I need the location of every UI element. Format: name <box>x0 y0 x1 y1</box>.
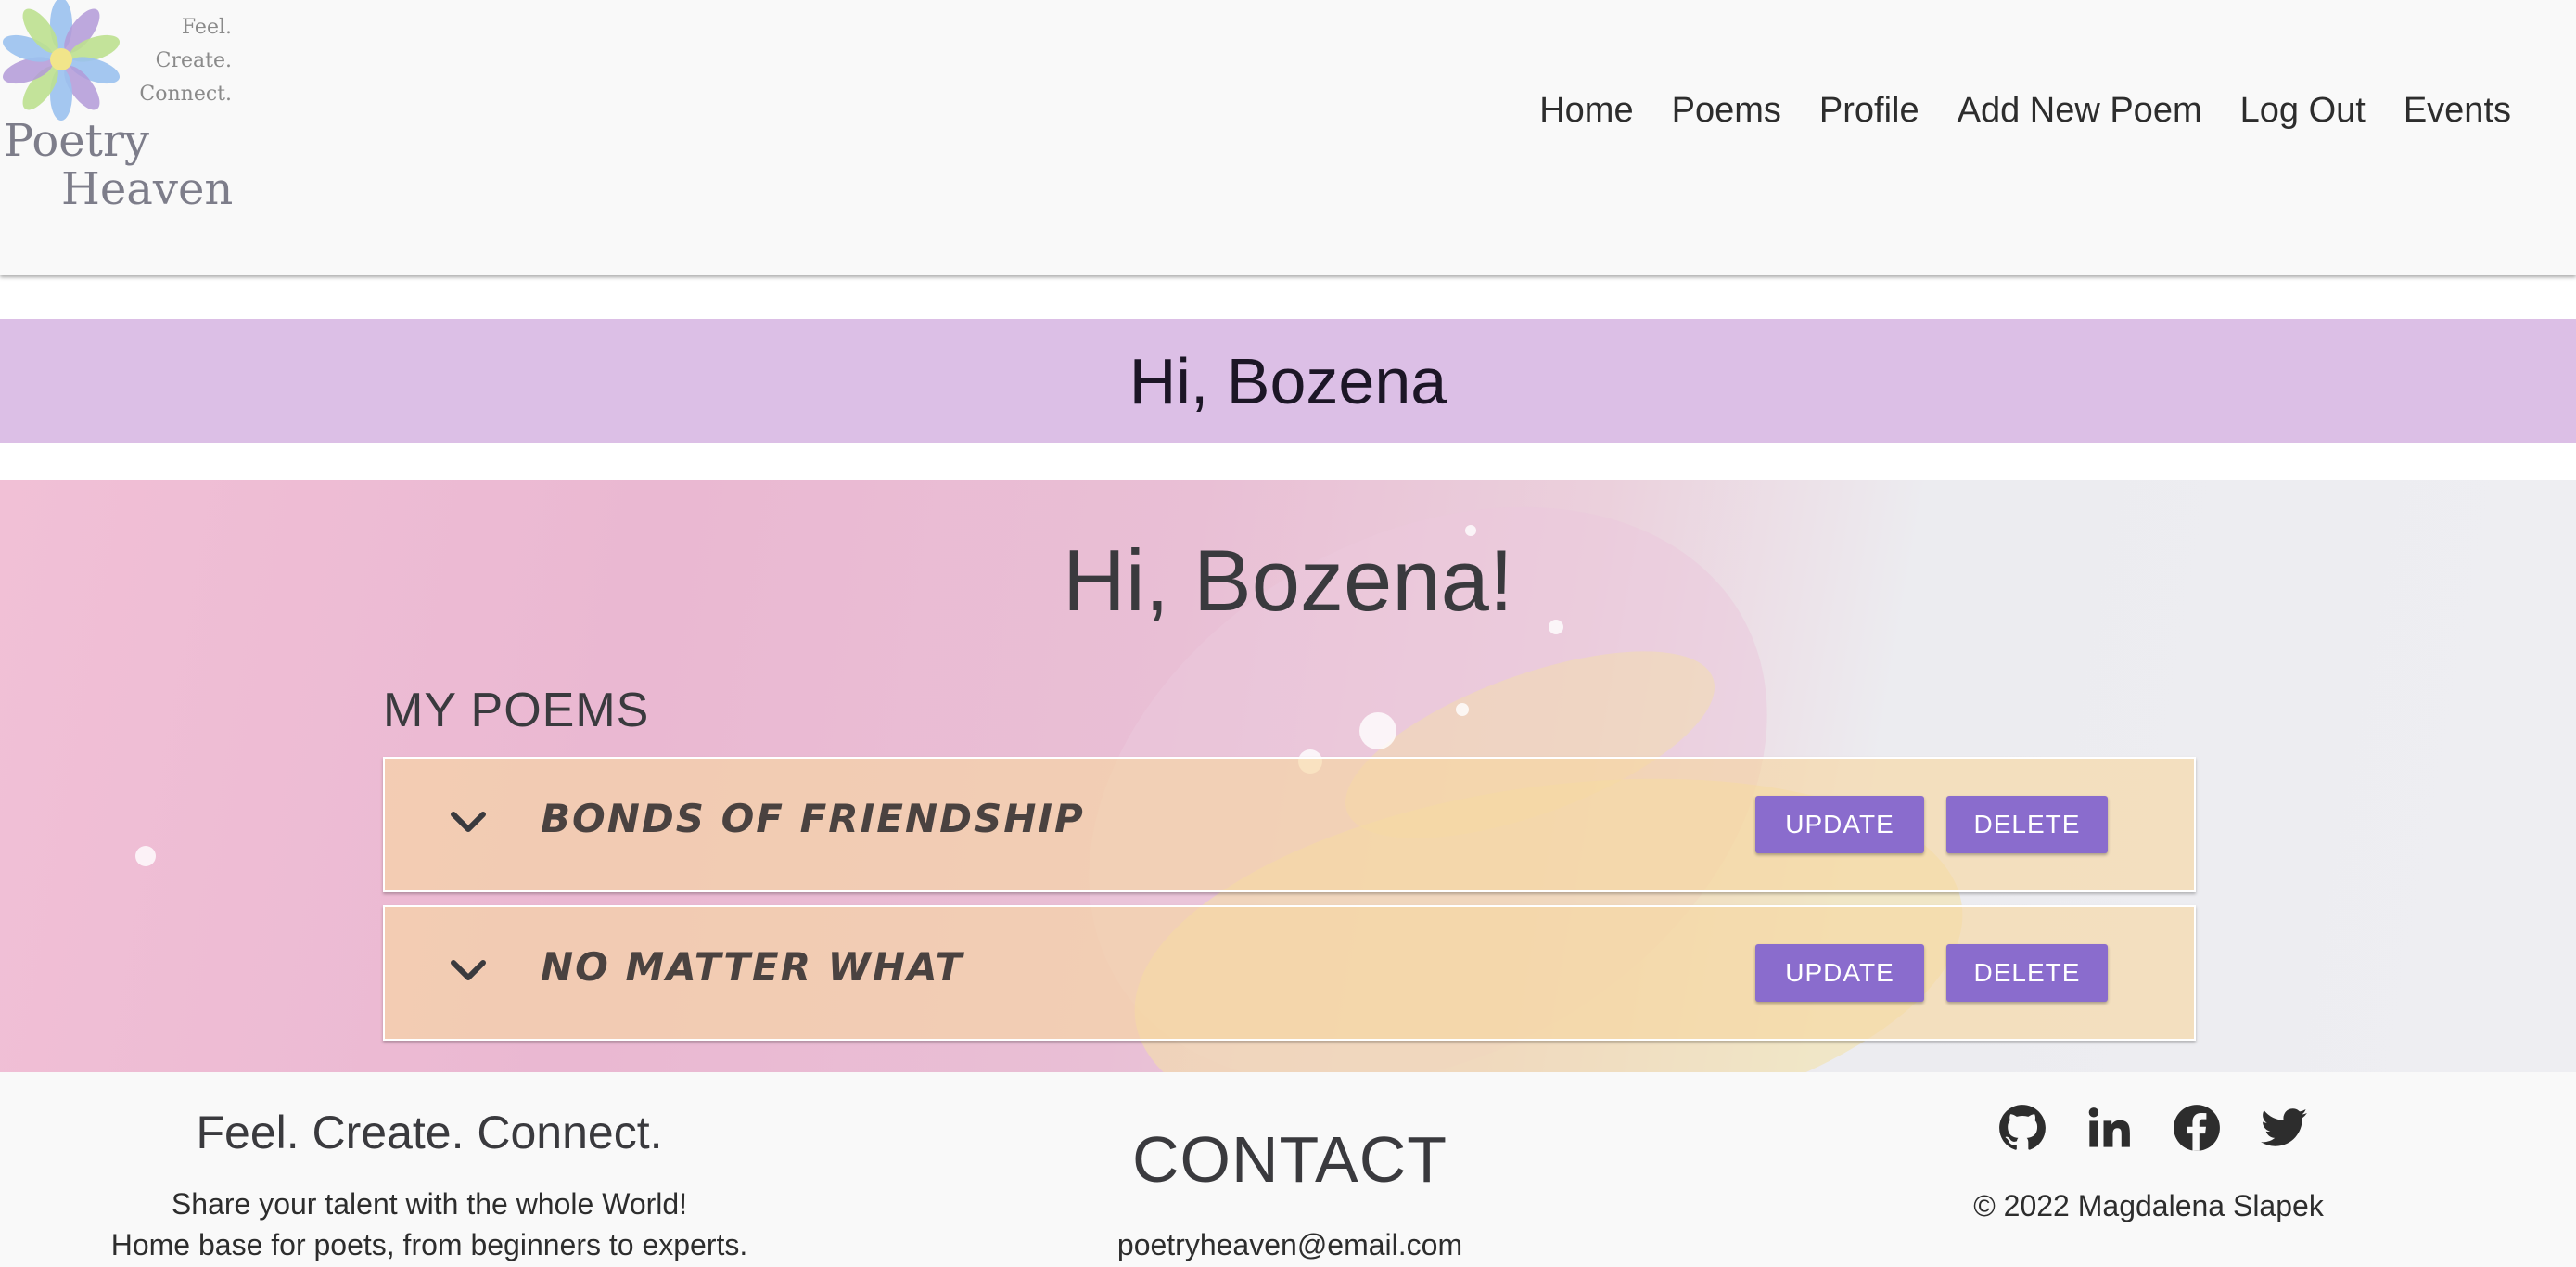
main-nav: Home Poems Profile Add New Poem Log Out … <box>1539 91 2511 131</box>
chevron-down-icon[interactable] <box>450 805 487 838</box>
poem-title[interactable]: NO MATTER WHAT <box>541 944 963 990</box>
nav-poems[interactable]: Poems <box>1672 91 1781 131</box>
nav-add-new-poem[interactable]: Add New Poem <box>1958 91 2202 131</box>
facebook-icon[interactable] <box>2173 1104 2221 1152</box>
footer-contact: CONTACT poetryheaven@email.com <box>859 1122 1721 1262</box>
greeting-banner: Hi, Bozena <box>0 319 2576 443</box>
delete-button[interactable]: DELETE <box>1946 944 2108 1002</box>
update-button[interactable]: UPDATE <box>1755 796 1924 853</box>
my-poems-title: MY POEMS <box>383 684 650 737</box>
footer-tagline: Feel. Create. Connect. <box>196 1107 663 1158</box>
nav-events[interactable]: Events <box>2404 91 2511 131</box>
logo-tagline-line: Create. <box>155 49 232 72</box>
poem-list-item[interactable]: BONDS OF FRIENDSHIP UPDATE DELETE <box>383 757 2196 892</box>
nav-log-out[interactable]: Log Out <box>2240 91 2366 131</box>
logo-tagline-line: Feel. <box>181 16 232 39</box>
logo-title-line2: Heaven <box>61 163 234 215</box>
logo-tagline-line: Connect. <box>139 83 232 106</box>
footer-description-line: Home base for poets, from beginners to e… <box>110 1228 748 1261</box>
logo-title-line1: Poetry <box>4 115 150 167</box>
chevron-down-icon[interactable] <box>450 953 487 987</box>
poem-list: BONDS OF FRIENDSHIP UPDATE DELETE NO MAT… <box>383 757 2196 1054</box>
social-links <box>1730 1104 2576 1152</box>
twitter-icon[interactable] <box>2260 1104 2308 1152</box>
contact-email[interactable]: poetryheaven@email.com <box>859 1228 1721 1262</box>
linkedin-icon[interactable] <box>2085 1104 2134 1152</box>
greeting-text: Hi, Bozena <box>1129 345 1447 417</box>
logo-tagline: Feel. Create. Connect. <box>130 11 241 111</box>
footer-social: © 2022 Magdalena Slapek <box>1721 1104 2576 1223</box>
footer-description: Share your talent with the whole World! … <box>0 1184 859 1265</box>
footer: Feel. Create. Connect. Share your talent… <box>0 1072 2576 1267</box>
poem-title[interactable]: BONDS OF FRIENDSHIP <box>541 796 1085 841</box>
github-icon[interactable] <box>1998 1104 2047 1152</box>
background-speck <box>1359 712 1396 749</box>
delete-button[interactable]: DELETE <box>1946 796 2108 853</box>
hero-section: Hi, Bozena! MY POEMS BONDS OF FRIENDSHIP… <box>0 480 2576 1072</box>
logo-title: Poetry Heaven <box>4 117 233 213</box>
background-speck <box>1456 703 1469 716</box>
background-speck <box>135 846 156 866</box>
nav-profile[interactable]: Profile <box>1819 91 1919 131</box>
copyright-text: © 2022 Magdalena Slapek <box>1973 1189 2324 1222</box>
navbar: Feel. Create. Connect. Poetry Heaven Hom… <box>0 0 2576 275</box>
flower-logo-icon <box>2 0 121 121</box>
footer-about: Feel. Create. Connect. Share your talent… <box>0 1106 859 1265</box>
contact-title: CONTACT <box>1131 1123 1448 1196</box>
footer-description-line: Share your talent with the whole World! <box>171 1187 688 1221</box>
poem-list-item[interactable]: NO MATTER WHAT UPDATE DELETE <box>383 905 2196 1041</box>
hero-heading: Hi, Bozena! <box>1063 531 1513 629</box>
update-button[interactable]: UPDATE <box>1755 944 1924 1002</box>
nav-home[interactable]: Home <box>1539 91 1633 131</box>
site-logo[interactable]: Feel. Create. Connect. Poetry Heaven <box>0 0 233 223</box>
